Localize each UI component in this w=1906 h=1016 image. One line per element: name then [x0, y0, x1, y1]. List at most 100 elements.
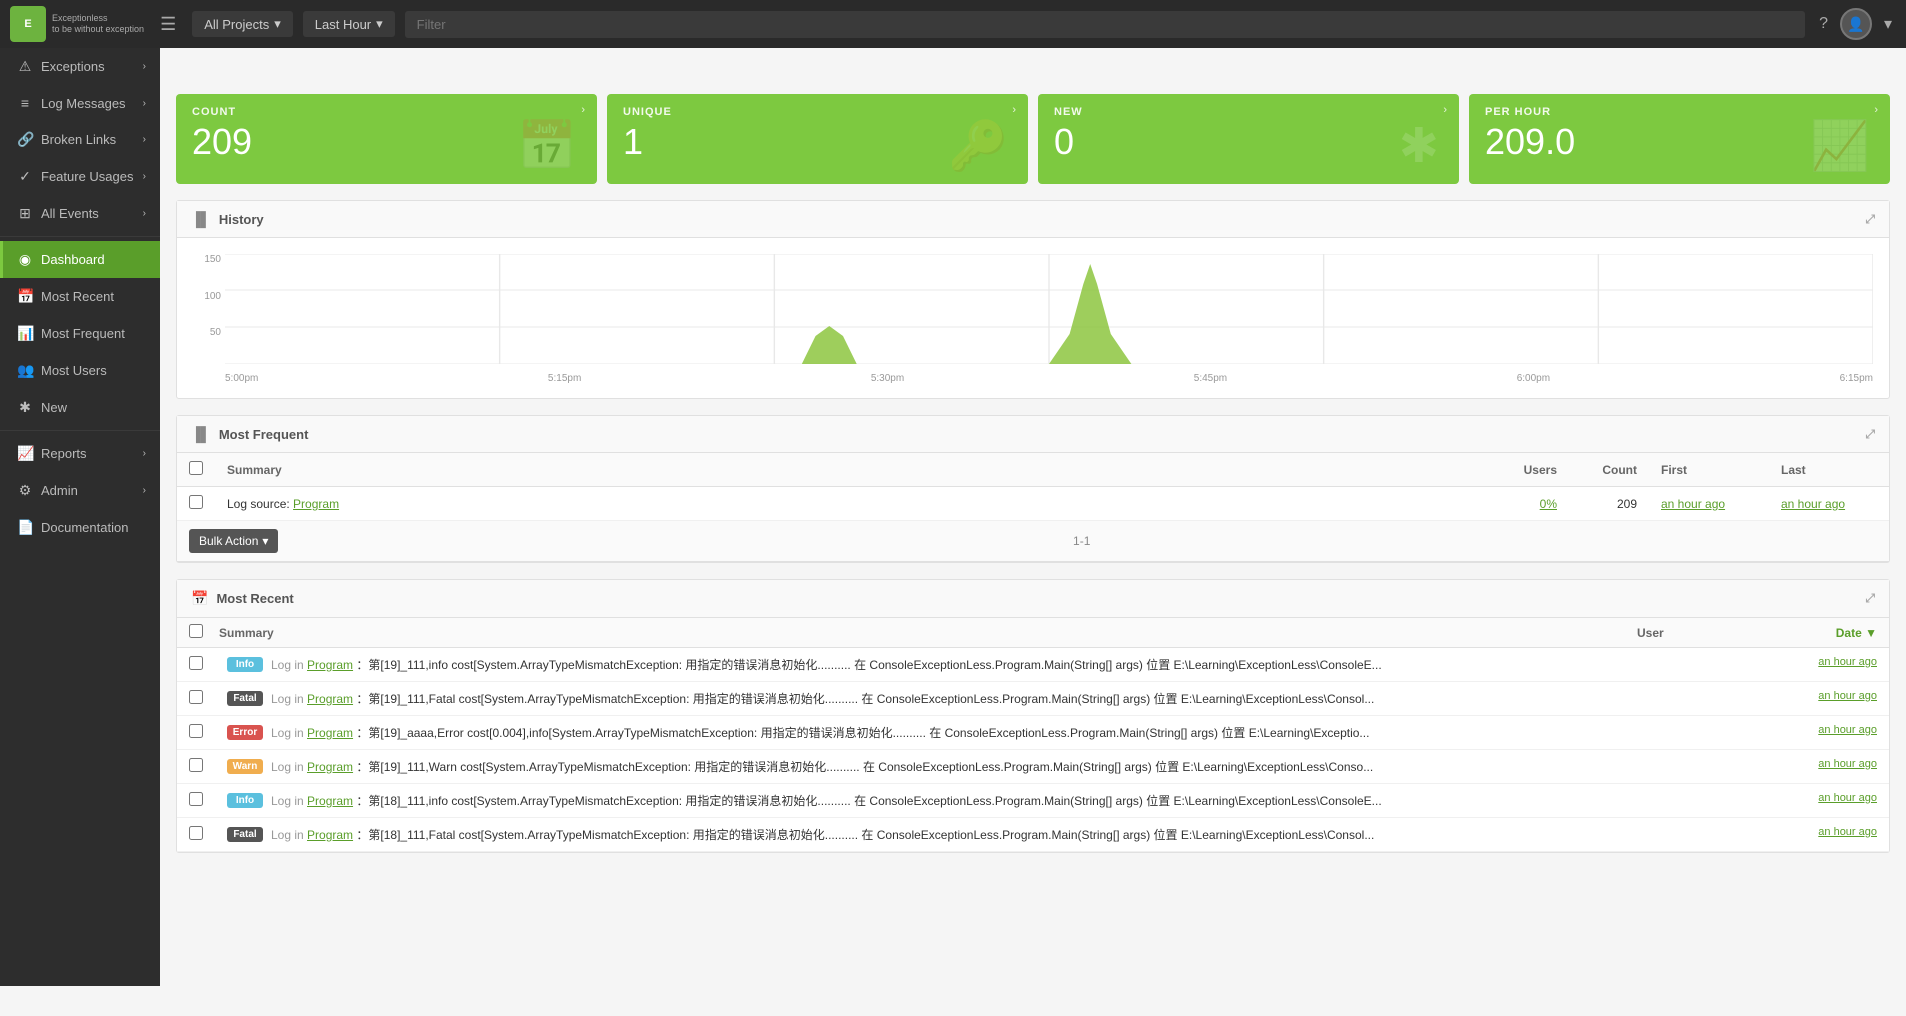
topbar-right: ? 👤 ▾	[1815, 8, 1896, 40]
mr-select-all[interactable]	[189, 624, 203, 638]
most-frequent-title: Most Frequent	[219, 427, 309, 442]
sidebar-item-exceptions[interactable]: ⚠ Exceptions ›	[0, 48, 160, 85]
event-time[interactable]: an hour ago	[1818, 690, 1877, 702]
last-link[interactable]: an hour ago	[1781, 497, 1845, 511]
sidebar-item-feature-usages[interactable]: ✓ Feature Usages ›	[0, 158, 160, 195]
sidebar-label: Exceptions	[41, 59, 105, 74]
sidebar-item-new[interactable]: ✱ New	[0, 389, 160, 426]
account-menu-button[interactable]: ▾	[1880, 10, 1896, 38]
sidebar-divider	[0, 236, 160, 237]
th-summary: Summary	[215, 453, 1489, 487]
log-source-link[interactable]: Program	[293, 497, 339, 511]
sidebar-item-dashboard[interactable]: ◉ Dashboard	[0, 241, 160, 278]
projects-dropdown[interactable]: All Projects ▾	[192, 11, 293, 37]
hamburger-button[interactable]: ☰	[154, 10, 182, 39]
stat-label-new: NEW	[1054, 106, 1443, 118]
calendar-icon: 📅	[17, 288, 33, 305]
most-recent-title: Most Recent	[216, 591, 293, 606]
event-checkbox[interactable]	[189, 724, 203, 738]
sidebar-label: Admin	[41, 483, 78, 498]
ev-source-link[interactable]: Program	[307, 760, 353, 774]
stat-arrow-new[interactable]: ›	[1443, 104, 1447, 116]
event-time[interactable]: an hour ago	[1818, 826, 1877, 838]
select-all-checkbox[interactable]	[189, 461, 203, 475]
ev-message: ：第[19]_aaaa,Error cost[0.004],info[Syste…	[356, 726, 1369, 740]
event-time[interactable]: an hour ago	[1818, 758, 1877, 770]
event-checkbox[interactable]	[189, 656, 203, 670]
sidebar-item-all-events[interactable]: ⊞ All Events ›	[0, 195, 160, 232]
pagination-info: 1-1	[286, 534, 1877, 548]
expand-icon-2[interactable]: ⤢	[1865, 427, 1875, 442]
ev-source-link[interactable]: Program	[307, 828, 353, 842]
time-dropdown[interactable]: Last Hour ▾	[303, 11, 395, 37]
event-row: Error Log in Program ：第[19]_aaaa,Error c…	[177, 716, 1889, 750]
expand-icon-3[interactable]: ⤢	[1865, 591, 1875, 606]
chevron-right-icon: ›	[143, 485, 146, 496]
warning-icon: ⚠	[17, 58, 33, 75]
sidebar-item-most-frequent[interactable]: 📊 Most Frequent	[0, 315, 160, 352]
chevron-right-icon: ›	[143, 208, 146, 219]
doc-icon: 📄	[17, 519, 33, 536]
event-checkbox[interactable]	[189, 826, 203, 840]
event-row: Warn Log in Program ：第[19]_111,Warn cost…	[177, 750, 1889, 784]
bar-chart-icon: ▐▌	[191, 211, 211, 227]
ev-message: ：第[19]_111,Warn cost[System.ArrayTypeMis…	[356, 760, 1373, 774]
ev-source-link[interactable]: Program	[307, 658, 353, 672]
sidebar-label: Documentation	[41, 520, 128, 535]
sidebar-label: Reports	[41, 446, 87, 461]
ev-source-link[interactable]: Program	[307, 726, 353, 740]
ev-action: Log in	[271, 726, 307, 740]
td-summary: Log source: Program	[215, 487, 1489, 521]
stat-arrow-per-hour[interactable]: ›	[1874, 104, 1878, 116]
sidebar-item-documentation[interactable]: 📄 Documentation	[0, 509, 160, 546]
event-checkbox-cell	[189, 826, 219, 843]
avatar[interactable]: 👤	[1840, 8, 1872, 40]
sidebar-item-log-messages[interactable]: ≡ Log Messages ›	[0, 85, 160, 121]
event-time[interactable]: an hour ago	[1818, 656, 1877, 668]
event-time[interactable]: an hour ago	[1818, 792, 1877, 804]
event-text: Log in Program ：第[19]_aaaa,Error cost[0.…	[271, 724, 1810, 741]
chevron-down-icon: ▾	[376, 16, 383, 32]
row-checkbox[interactable]	[189, 495, 203, 509]
event-text: Log in Program ：第[19]_111,info cost[Syst…	[271, 656, 1810, 673]
sidebar-item-most-recent[interactable]: 📅 Most Recent	[0, 278, 160, 315]
sidebar-item-admin[interactable]: ⚙ Admin ›	[0, 472, 160, 509]
calendar-stat-icon: 📅	[517, 117, 577, 174]
event-text: Log in Program ：第[18]_111,Fatal cost[Sys…	[271, 826, 1810, 843]
topbar: E Exceptionless to be without exception …	[0, 0, 1906, 48]
help-button[interactable]: ?	[1815, 11, 1832, 37]
expand-icon[interactable]: ⤢	[1865, 212, 1875, 227]
event-checkbox[interactable]	[189, 690, 203, 704]
ev-message: ：第[19]_111,info cost[System.ArrayTypeMis…	[356, 658, 1381, 672]
stat-card-count: COUNT 209 › 📅	[176, 94, 597, 184]
ev-action: Log in	[271, 760, 307, 774]
mr-th-date[interactable]: Date ▼	[1757, 626, 1877, 640]
sidebar-item-broken-links[interactable]: 🔗 Broken Links ›	[0, 121, 160, 158]
chevron-right-icon: ›	[143, 134, 146, 145]
chart-svg	[225, 254, 1873, 364]
event-checkbox[interactable]	[189, 792, 203, 806]
badge-fatal: Fatal	[227, 827, 263, 842]
badge-info: Info	[227, 657, 263, 672]
users-link[interactable]: 0%	[1540, 497, 1557, 511]
y-axis-labels: 150 100 50	[193, 254, 225, 364]
event-checkbox[interactable]	[189, 758, 203, 772]
x-label-615pm: 6:15pm	[1840, 373, 1873, 384]
stat-arrow-count[interactable]: ›	[581, 104, 585, 116]
sidebar-label: Broken Links	[41, 132, 116, 147]
first-link[interactable]: an hour ago	[1661, 497, 1725, 511]
table-header-row: Summary Users Count First Last	[177, 453, 1889, 487]
mr-th-checkbox	[189, 624, 219, 641]
event-time[interactable]: an hour ago	[1818, 724, 1877, 736]
ev-source-link[interactable]: Program	[307, 692, 353, 706]
filter-input[interactable]	[405, 11, 1805, 38]
chevron-down-icon: ▾	[274, 16, 281, 32]
stat-card-per-hour: PER HOUR 209.0 › 📈	[1469, 94, 1890, 184]
stat-arrow-unique[interactable]: ›	[1012, 104, 1016, 116]
ev-source-link[interactable]: Program	[307, 794, 353, 808]
sidebar-item-most-users[interactable]: 👥 Most Users	[0, 352, 160, 389]
x-label-500pm: 5:00pm	[225, 373, 258, 384]
bulk-action-button[interactable]: Bulk Action ▾	[189, 529, 278, 553]
sidebar-item-reports[interactable]: 📈 Reports ›	[0, 435, 160, 472]
td-checkbox	[177, 487, 215, 521]
